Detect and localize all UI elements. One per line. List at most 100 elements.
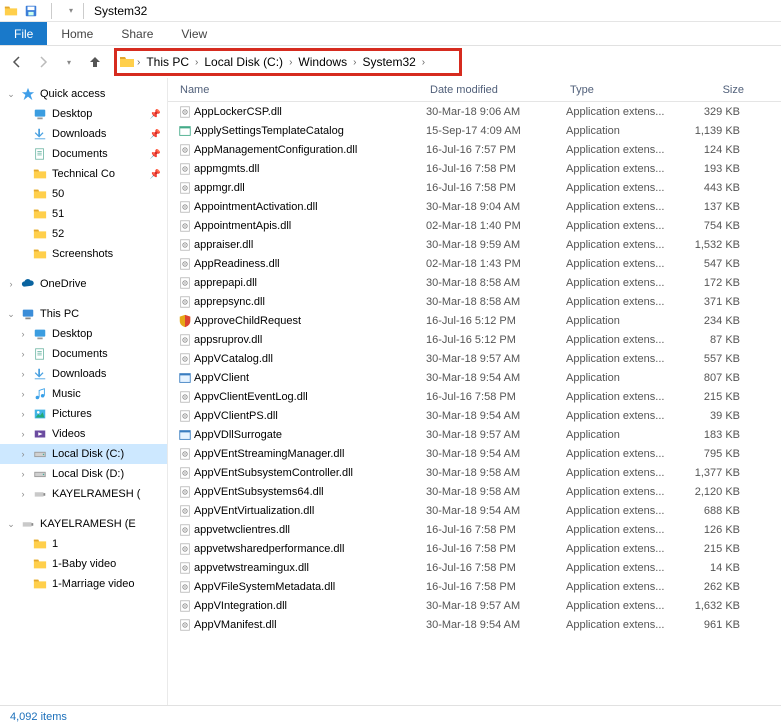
address-bar[interactable]: › This PC › Local Disk (C:) › Windows › … bbox=[114, 48, 462, 76]
sidebar-item[interactable]: Downloads📌 bbox=[0, 124, 167, 144]
file-row[interactable]: appvetwsharedperformance.dll16-Jul-16 7:… bbox=[168, 539, 781, 558]
tree-this-pc[interactable]: ⌄ This PC bbox=[0, 304, 167, 324]
chevron-right-icon[interactable]: › bbox=[193, 57, 200, 68]
breadcrumb[interactable]: Windows bbox=[294, 55, 351, 69]
sidebar-item[interactable]: ›KAYELRAMESH ( bbox=[0, 484, 167, 504]
file-row[interactable]: appmgr.dll16-Jul-16 7:58 PMApplication e… bbox=[168, 178, 781, 197]
expand-icon[interactable]: › bbox=[18, 429, 28, 439]
collapse-icon[interactable]: ⌄ bbox=[6, 309, 16, 320]
sidebar-item[interactable]: ›Desktop bbox=[0, 324, 167, 344]
collapse-icon[interactable]: ⌄ bbox=[6, 89, 16, 100]
sidebar-item[interactable]: ›Local Disk (D:) bbox=[0, 464, 167, 484]
file-row[interactable]: appraiser.dll30-Mar-18 9:59 AMApplicatio… bbox=[168, 235, 781, 254]
file-type: Application extens... bbox=[566, 182, 678, 194]
tab-file[interactable]: File bbox=[0, 22, 47, 45]
expand-icon[interactable]: › bbox=[18, 449, 28, 459]
expand-icon[interactable]: › bbox=[18, 409, 28, 419]
collapse-icon[interactable]: ⌄ bbox=[6, 519, 16, 530]
file-row[interactable]: AppointmentActivation.dll30-Mar-18 9:04 … bbox=[168, 197, 781, 216]
file-row[interactable]: AppVCatalog.dll30-Mar-18 9:57 AMApplicat… bbox=[168, 349, 781, 368]
file-type: Application extens... bbox=[566, 619, 678, 631]
file-row[interactable]: AppLockerCSP.dll30-Mar-18 9:06 AMApplica… bbox=[168, 102, 781, 121]
chevron-right-icon[interactable]: › bbox=[287, 57, 294, 68]
file-row[interactable]: AppVIntegration.dll30-Mar-18 9:57 AMAppl… bbox=[168, 596, 781, 615]
sidebar-item[interactable]: 52 bbox=[0, 224, 167, 244]
file-row[interactable]: AppVClient30-Mar-18 9:54 AMApplication80… bbox=[168, 368, 781, 387]
up-button[interactable] bbox=[84, 51, 106, 73]
chevron-right-icon[interactable]: › bbox=[420, 57, 453, 68]
sidebar-item[interactable]: 1-Marriage video bbox=[0, 574, 167, 594]
downloads-icon bbox=[32, 126, 48, 142]
sidebar-item[interactable]: ›Downloads bbox=[0, 364, 167, 384]
file-row[interactable]: apprepapi.dll30-Mar-18 8:58 AMApplicatio… bbox=[168, 273, 781, 292]
back-button[interactable] bbox=[6, 51, 28, 73]
sidebar-item[interactable]: ›Pictures bbox=[0, 404, 167, 424]
recent-dropdown[interactable]: ▾ bbox=[58, 51, 80, 73]
sidebar-item[interactable]: Screenshots bbox=[0, 244, 167, 264]
chevron-right-icon[interactable]: › bbox=[351, 57, 358, 68]
tab-share[interactable]: Share bbox=[107, 22, 167, 45]
file-date: 02-Mar-18 1:40 PM bbox=[426, 220, 566, 232]
qat-dropdown-icon[interactable]: ▾ bbox=[63, 3, 79, 19]
expand-icon[interactable]: › bbox=[18, 369, 28, 379]
sidebar-item[interactable]: 1 bbox=[0, 534, 167, 554]
header-name[interactable]: Name bbox=[176, 84, 426, 96]
file-list[interactable]: AppLockerCSP.dll30-Mar-18 9:06 AMApplica… bbox=[168, 102, 781, 705]
header-type[interactable]: Type bbox=[566, 84, 678, 96]
file-row[interactable]: AppReadiness.dll02-Mar-18 1:43 PMApplica… bbox=[168, 254, 781, 273]
sidebar-item[interactable]: Desktop📌 bbox=[0, 104, 167, 124]
file-icon bbox=[176, 275, 194, 291]
tab-view[interactable]: View bbox=[167, 22, 221, 45]
file-icon bbox=[176, 446, 194, 462]
file-row[interactable]: AppVEntSubsystemController.dll30-Mar-18 … bbox=[168, 463, 781, 482]
tree-ext-drive[interactable]: ⌄ KAYELRAMESH (E bbox=[0, 514, 167, 534]
file-date: 30-Mar-18 9:54 AM bbox=[426, 410, 566, 422]
header-size[interactable]: Size bbox=[678, 84, 748, 96]
sidebar-item[interactable]: Documents📌 bbox=[0, 144, 167, 164]
expand-icon[interactable]: › bbox=[18, 489, 28, 499]
expand-icon[interactable]: › bbox=[18, 349, 28, 359]
file-row[interactable]: appmgmts.dll16-Jul-16 7:58 PMApplication… bbox=[168, 159, 781, 178]
file-row[interactable]: AppVEntSubsystems64.dll30-Mar-18 9:58 AM… bbox=[168, 482, 781, 501]
save-icon[interactable] bbox=[23, 3, 39, 19]
expand-icon[interactable]: › bbox=[18, 469, 28, 479]
file-row[interactable]: AppVEntStreamingManager.dll30-Mar-18 9:5… bbox=[168, 444, 781, 463]
forward-button[interactable] bbox=[32, 51, 54, 73]
file-row[interactable]: appvetwclientres.dll16-Jul-16 7:58 PMApp… bbox=[168, 520, 781, 539]
sidebar-item[interactable]: ›Documents bbox=[0, 344, 167, 364]
file-row[interactable]: AppVFileSystemMetadata.dll16-Jul-16 7:58… bbox=[168, 577, 781, 596]
sidebar-item[interactable]: 1-Baby video bbox=[0, 554, 167, 574]
file-row[interactable]: AppointmentApis.dll02-Mar-18 1:40 PMAppl… bbox=[168, 216, 781, 235]
file-row[interactable]: appsruprov.dll16-Jul-16 5:12 PMApplicati… bbox=[168, 330, 781, 349]
breadcrumb[interactable]: This PC bbox=[142, 55, 193, 69]
file-row[interactable]: AppVEntVirtualization.dll30-Mar-18 9:54 … bbox=[168, 501, 781, 520]
navigation-pane[interactable]: ⌄ Quick access Desktop📌Downloads📌Documen… bbox=[0, 78, 168, 705]
sidebar-item[interactable]: ›Local Disk (C:) bbox=[0, 444, 167, 464]
file-row[interactable]: AppManagementConfiguration.dll16-Jul-16 … bbox=[168, 140, 781, 159]
expand-icon[interactable]: › bbox=[18, 389, 28, 399]
tree-onedrive[interactable]: › OneDrive bbox=[0, 274, 167, 294]
file-row[interactable]: ApproveChildRequest16-Jul-16 5:12 PMAppl… bbox=[168, 311, 781, 330]
sidebar-item[interactable]: 51 bbox=[0, 204, 167, 224]
tree-quick-access[interactable]: ⌄ Quick access bbox=[0, 84, 167, 104]
file-row[interactable]: AppVDllSurrogate30-Mar-18 9:57 AMApplica… bbox=[168, 425, 781, 444]
sidebar-item[interactable]: ›Videos bbox=[0, 424, 167, 444]
breadcrumb[interactable]: System32 bbox=[358, 55, 419, 69]
expand-icon[interactable]: › bbox=[18, 329, 28, 339]
sidebar-item[interactable]: ›Music bbox=[0, 384, 167, 404]
file-type: Application extens... bbox=[566, 353, 678, 365]
sidebar-item[interactable]: 50 bbox=[0, 184, 167, 204]
chevron-right-icon[interactable]: › bbox=[135, 57, 142, 68]
expand-icon[interactable]: › bbox=[6, 279, 16, 289]
file-row[interactable]: AppvClientEventLog.dll16-Jul-16 7:58 PMA… bbox=[168, 387, 781, 406]
sidebar-item[interactable]: Technical Co📌 bbox=[0, 164, 167, 184]
file-row[interactable]: ApplySettingsTemplateCatalog15-Sep-17 4:… bbox=[168, 121, 781, 140]
file-name: AppVClientPS.dll bbox=[194, 410, 426, 422]
header-date[interactable]: Date modified bbox=[426, 84, 566, 96]
file-row[interactable]: appvetwstreamingux.dll16-Jul-16 7:58 PMA… bbox=[168, 558, 781, 577]
file-row[interactable]: apprepsync.dll30-Mar-18 8:58 AMApplicati… bbox=[168, 292, 781, 311]
breadcrumb[interactable]: Local Disk (C:) bbox=[200, 55, 287, 69]
file-row[interactable]: AppVManifest.dll30-Mar-18 9:54 AMApplica… bbox=[168, 615, 781, 634]
tab-home[interactable]: Home bbox=[47, 22, 107, 45]
file-row[interactable]: AppVClientPS.dll30-Mar-18 9:54 AMApplica… bbox=[168, 406, 781, 425]
